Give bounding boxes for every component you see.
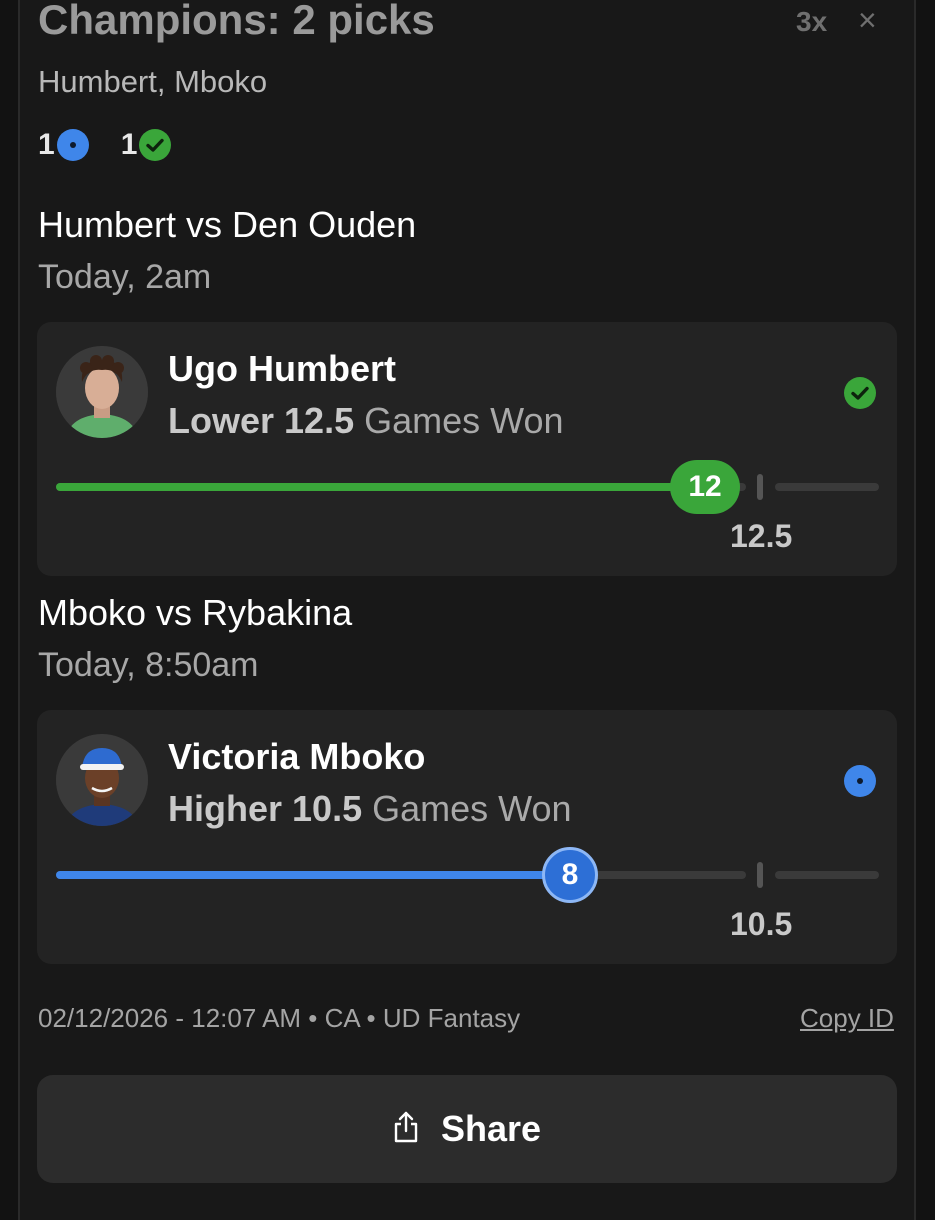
pick-stat: Games Won	[364, 400, 564, 441]
pending-status-icon	[844, 765, 876, 797]
share-button[interactable]: Share	[37, 1075, 897, 1183]
won-count: 1	[120, 128, 138, 161]
progress-track-remainder	[775, 483, 879, 491]
entry-title: Champions: 2 picks	[38, 0, 435, 43]
close-icon[interactable]: ×	[858, 2, 877, 39]
player-name: Ugo Humbert	[168, 348, 396, 389]
won-check-icon	[139, 129, 172, 161]
pick-line: Lower 12.5 Games Won	[168, 400, 564, 442]
player-name: Victoria Mboko	[168, 736, 426, 777]
copy-id-link[interactable]: Copy ID	[800, 1003, 894, 1034]
line-tick	[757, 862, 763, 888]
progress-track-remainder	[775, 871, 879, 879]
match-time: Today, 2am	[38, 258, 212, 296]
pick-direction: Lower	[168, 400, 275, 441]
line-label: 10.5	[730, 906, 793, 942]
won-check-icon	[844, 377, 876, 409]
pick-stat: Games Won	[372, 788, 572, 829]
share-label: Share	[440, 1108, 542, 1149]
share-icon	[393, 1110, 419, 1149]
avatar	[56, 734, 148, 826]
match-time: Today, 8:50am	[38, 646, 259, 684]
progress-fill	[56, 871, 570, 879]
match-title: Mboko vs Rybakina	[38, 592, 353, 633]
avatar	[56, 346, 148, 438]
line-tick	[757, 474, 763, 500]
multiplier-badge: 3x	[796, 6, 828, 37]
pending-status-icon	[56, 129, 89, 161]
line-label: 12.5	[730, 518, 793, 554]
current-value-knob: 8	[542, 847, 598, 903]
pick-card[interactable]: Victoria Mboko Higher 10.5 Games Won 8 1…	[37, 710, 897, 964]
pick-line: Higher 10.5 Games Won	[168, 788, 572, 830]
pick-direction: Higher	[168, 788, 283, 829]
pick-card[interactable]: Ugo Humbert Lower 12.5 Games Won 12 12.5	[37, 322, 897, 576]
pending-count: 1	[38, 128, 55, 161]
match-title: Humbert vs Den Ouden	[38, 204, 417, 245]
progress-fill	[56, 483, 705, 491]
current-value-knob: 12	[670, 460, 740, 514]
entry-meta: 02/12/2026 - 12:07 AM • CA • UD Fantasy	[38, 1003, 521, 1033]
pick-line-value: 10.5	[292, 788, 363, 829]
players-summary: Humbert, Mboko	[38, 64, 268, 99]
status-summary: 1 1	[38, 128, 172, 162]
pick-line-value: 12.5	[284, 400, 355, 441]
